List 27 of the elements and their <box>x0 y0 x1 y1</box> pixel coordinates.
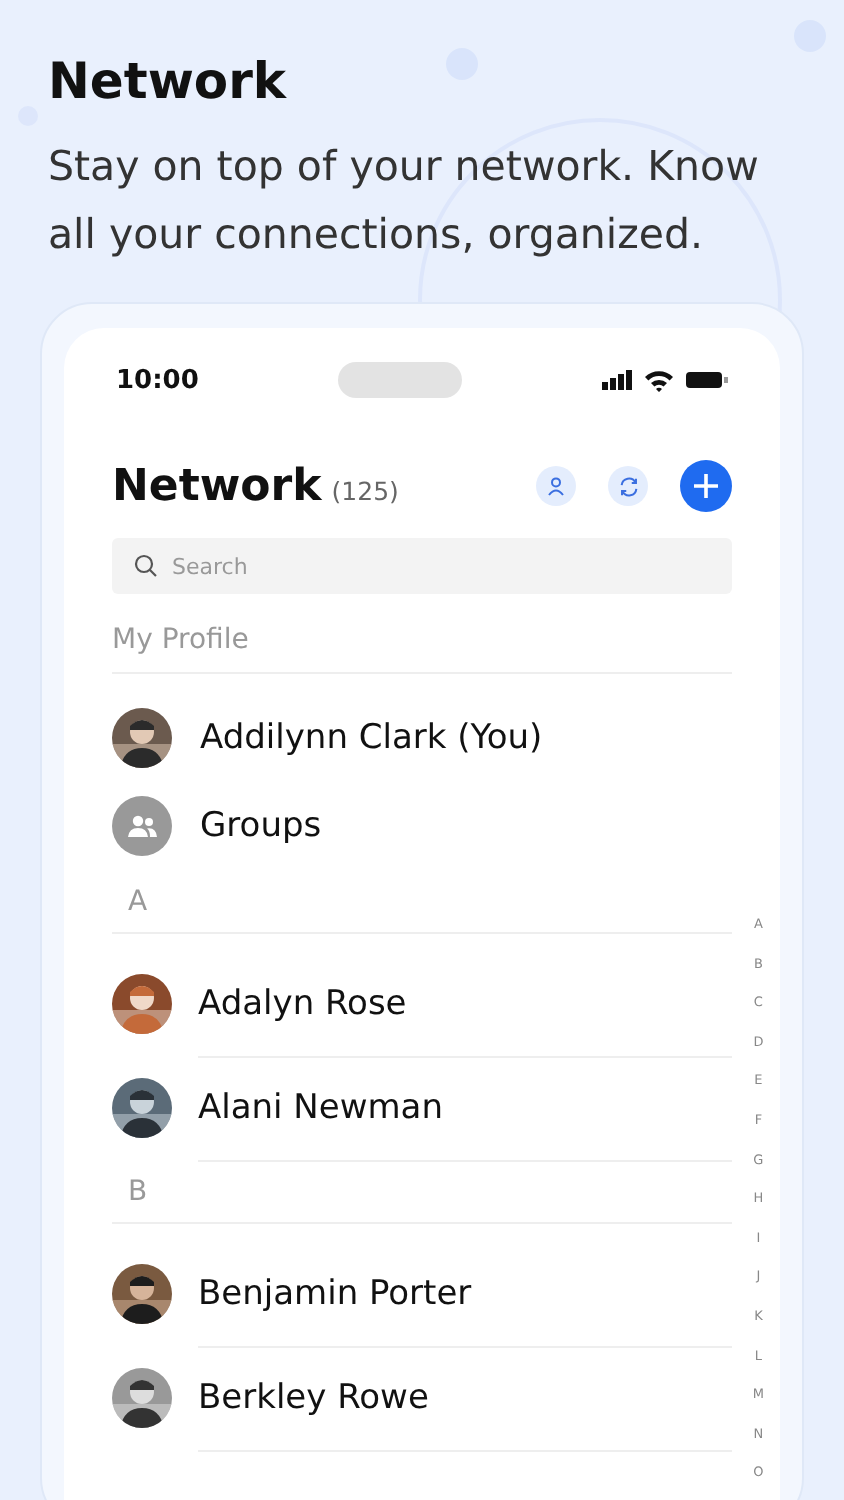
status-time: 10:00 <box>116 365 199 395</box>
contact-name[interactable]: Berkley Rowe <box>198 1345 732 1451</box>
section-label: My Profile <box>112 594 732 674</box>
add-button[interactable] <box>680 460 732 512</box>
contact-name[interactable]: Alani Newman <box>198 1055 732 1161</box>
signal-icon <box>601 370 632 390</box>
screen-title: Network <box>112 461 322 511</box>
profile-button[interactable] <box>536 466 576 506</box>
sync-icon <box>617 475 639 497</box>
wifi-icon <box>643 369 674 391</box>
search-field[interactable]: Search <box>112 538 732 594</box>
contact-name[interactable]: Adalyn Rose <box>198 951 732 1057</box>
groups-icon <box>112 796 172 856</box>
page-title: Network <box>46 50 289 110</box>
section-letter: A <box>112 870 732 934</box>
contact-count: (125) <box>331 475 399 505</box>
section-letter: B <box>112 1160 732 1224</box>
search-icon <box>134 554 158 578</box>
battery-icon <box>685 370 728 390</box>
profile-item[interactable]: Groups <box>200 806 322 846</box>
dynamic-island <box>338 362 463 398</box>
page-subtitle: Stay on top of your network. Know all your connections, organized. <box>46 140 761 262</box>
sync-button[interactable] <box>608 466 648 506</box>
person-icon <box>546 476 566 496</box>
contact-name[interactable]: Benjamin Porter <box>198 1241 732 1347</box>
plus-icon <box>694 474 718 498</box>
profile-item[interactable]: Addilynn Clark (You) <box>200 718 543 758</box>
